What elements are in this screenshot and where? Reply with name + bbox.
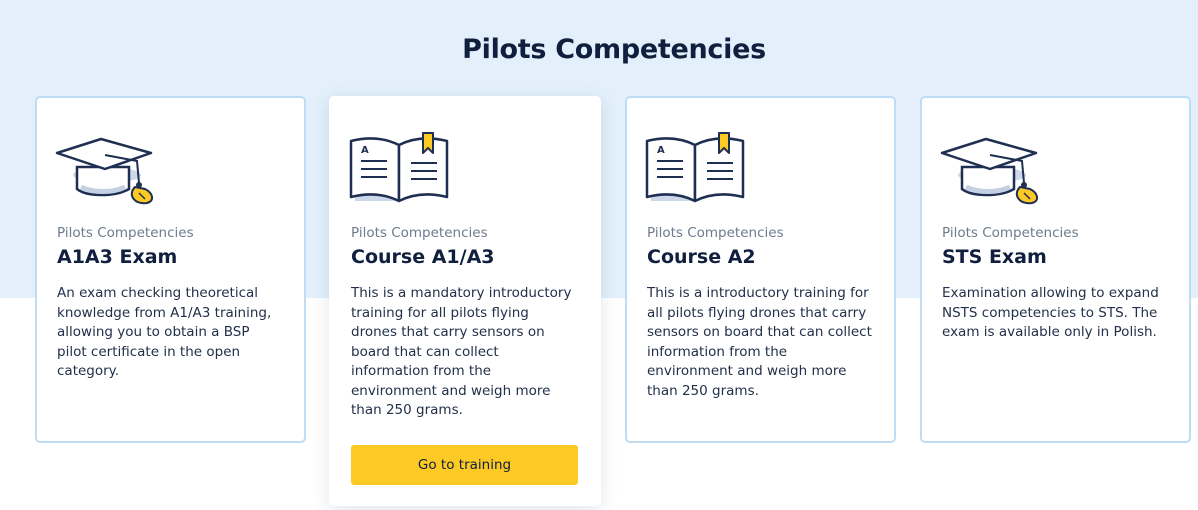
graduation-cap-icon bbox=[940, 137, 1038, 205]
go-to-training-button[interactable]: Go to training bbox=[351, 445, 578, 485]
svg-text:A: A bbox=[657, 145, 665, 156]
card-category: Pilots Competencies bbox=[942, 225, 1079, 241]
card-category: Pilots Competencies bbox=[57, 225, 194, 241]
card-title: STS Exam bbox=[942, 246, 1047, 268]
svg-text:A: A bbox=[361, 145, 369, 156]
section-title: Pilots Competencies bbox=[462, 34, 766, 65]
card-title: A1A3 Exam bbox=[57, 246, 178, 268]
card-title: Course A2 bbox=[647, 246, 756, 268]
card-description: An exam checking theoretical knowledge f… bbox=[57, 285, 272, 379]
card-description: This is a mandatory introductory trainin… bbox=[351, 285, 572, 418]
graduation-cap-icon bbox=[55, 137, 153, 205]
card-category: Pilots Competencies bbox=[351, 225, 488, 241]
card-a1a3-exam[interactable]: Pilots Competencies A1A3 Exam An exam ch… bbox=[35, 96, 306, 443]
card-description: This is a introductory training for all … bbox=[647, 285, 872, 399]
card-category: Pilots Competencies bbox=[647, 225, 784, 241]
card-sts-exam[interactable]: Pilots Competencies STS Exam Examination… bbox=[920, 96, 1191, 443]
card-description: Examination allowing to expand NSTS comp… bbox=[942, 285, 1159, 340]
card-course-a1-a3[interactable]: A Pilots Competencies Course A1/A3 This … bbox=[329, 96, 601, 506]
card-course-a2[interactable]: A Pilots Competencies Course A2 This is … bbox=[625, 96, 896, 443]
open-book-icon: A bbox=[645, 132, 745, 203]
open-book-icon: A bbox=[349, 132, 449, 203]
card-title: Course A1/A3 bbox=[351, 246, 495, 268]
